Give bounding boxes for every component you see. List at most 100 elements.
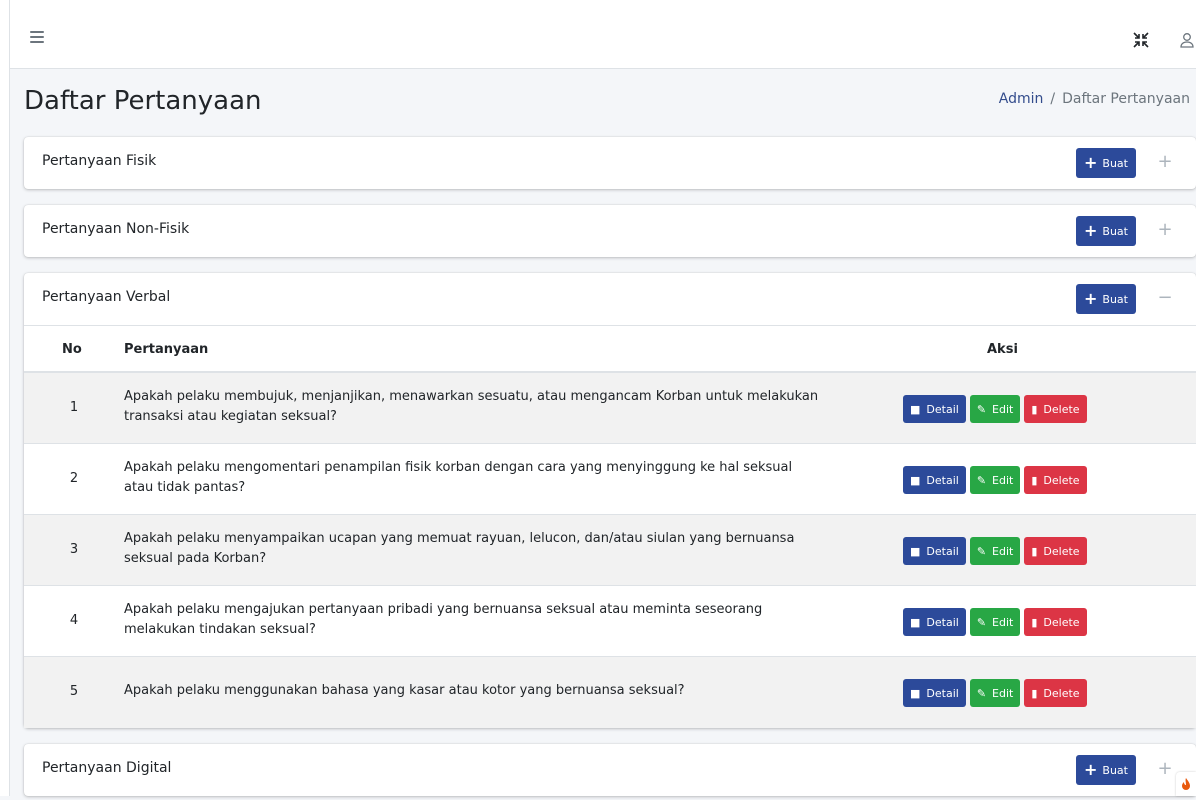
delete-button[interactable]: ▮ Delete [1024,679,1087,707]
question-text: Apakah pelaku mengajukan pertanyaan prib… [124,602,763,637]
column-header-actions: Aksi [987,342,1018,357]
breadcrumb-admin-link[interactable]: Admin [999,91,1044,107]
table-row: 3 Apakah pelaku menyampaikan ucapan yang… [24,515,1196,586]
page-title: Daftar Pertanyaan [24,86,262,116]
card-pertanyaan-non-fisik: Pertanyaan Non-Fisik + Buat + [24,205,1196,257]
plus-icon: + [1084,153,1098,172]
edit-button[interactable]: ✎ Edit [969,608,1021,636]
plus-icon: + [1084,221,1098,240]
card-pertanyaan-digital: Pertanyaan Digital + Buat + [24,744,1196,796]
compress-icon[interactable] [1132,31,1150,49]
delete-button[interactable]: ▮ Delete [1024,395,1087,423]
row-number: 1 [69,400,79,415]
create-digital-button[interactable]: + Buat [1076,755,1136,785]
expand-card-button[interactable]: + [1154,150,1176,174]
detail-button[interactable]: ■ Detail [903,679,966,707]
card-title: Pertanyaan Non-Fisik [42,221,190,237]
question-text: Apakah pelaku membujuk, menjanjikan, men… [124,389,819,424]
row-number: 2 [69,471,79,486]
plus-icon: + [1084,760,1098,779]
pencil-icon: ✎ [976,544,987,558]
detail-button[interactable]: ■ Detail [903,537,966,565]
folder-icon: ■ [910,615,921,629]
top-navbar [10,0,1196,69]
breadcrumb-separator: / [1050,91,1056,107]
delete-label: Delete [1043,686,1080,700]
folder-icon: ■ [910,686,921,700]
folder-icon: ■ [910,402,921,416]
row-actions: ■ Detail ✎ Edit ▮ Delete [903,679,1087,707]
pencil-icon: ✎ [976,686,987,700]
row-actions: ■ Detail ✎ Edit ▮ Delete [903,608,1087,636]
question-text: Apakah pelaku menyampaikan ucapan yang m… [124,531,795,566]
card-title: Pertanyaan Fisik [42,153,157,169]
trash-icon: ▮ [1031,686,1038,700]
edit-button[interactable]: ✎ Edit [969,679,1021,707]
sidebar-edge [0,0,10,796]
create-button-label: Buat [1102,224,1128,238]
trash-icon: ▮ [1031,544,1038,558]
column-header-question: Pertanyaan [124,342,209,357]
trash-icon: ▮ [1031,473,1038,487]
table-header: No Pertanyaan Aksi [24,325,1196,373]
delete-label: Delete [1043,473,1080,487]
card-header: Pertanyaan Non-Fisik + Buat + [24,205,1196,257]
detail-label: Detail [926,402,959,416]
delete-label: Delete [1043,402,1080,416]
table-row: 2 Apakah pelaku mengomentari penampilan … [24,444,1196,515]
table-row: 1 Apakah pelaku membujuk, menjanjikan, m… [24,373,1196,444]
card-pertanyaan-fisik: Pertanyaan Fisik + Buat + [24,137,1196,189]
pencil-icon: ✎ [976,402,987,416]
create-verbal-button[interactable]: + Buat [1076,284,1136,314]
trash-icon: ▮ [1031,402,1038,416]
card-title: Pertanyaan Verbal [42,289,171,305]
detail-label: Detail [926,473,959,487]
question-text: Apakah pelaku mengomentari penampilan fi… [124,460,793,495]
create-button-label: Buat [1102,156,1128,170]
row-actions: ■ Detail ✎ Edit ▮ Delete [903,395,1087,423]
user-icon[interactable] [1178,31,1196,49]
edit-button[interactable]: ✎ Edit [969,537,1021,565]
edit-label: Edit [992,686,1014,700]
edit-label: Edit [992,615,1014,629]
folder-icon: ■ [910,473,921,487]
row-number: 3 [69,542,79,557]
detail-button[interactable]: ■ Detail [903,395,966,423]
edit-label: Edit [992,402,1014,416]
expand-card-button[interactable]: + [1154,757,1176,781]
card-title: Pertanyaan Digital [42,760,172,776]
trash-icon: ▮ [1031,615,1038,629]
create-non-fisik-button[interactable]: + Buat [1076,216,1136,246]
edit-button[interactable]: ✎ Edit [969,466,1021,494]
hamburger-menu-icon[interactable] [30,31,44,43]
detail-button[interactable]: ■ Detail [903,608,966,636]
card-header: Pertanyaan Verbal + Buat − [24,273,1196,325]
expand-card-button[interactable]: + [1154,218,1176,242]
delete-button[interactable]: ▮ Delete [1024,466,1087,494]
question-text: Apakah pelaku menggunakan bahasa yang ka… [124,683,685,698]
breadcrumb: Admin / Daftar Pertanyaan [999,91,1190,107]
card-pertanyaan-verbal: Pertanyaan Verbal + Buat − No Pertanyaan … [24,273,1196,728]
delete-button[interactable]: ▮ Delete [1024,537,1087,565]
table-row: 5 Apakah pelaku menggunakan bahasa yang … [24,657,1196,728]
flame-icon[interactable] [1176,772,1196,796]
column-header-no: No [62,342,82,357]
plus-icon: + [1084,289,1098,308]
detail-button[interactable]: ■ Detail [903,466,966,494]
delete-label: Delete [1043,615,1080,629]
edit-button[interactable]: ✎ Edit [969,395,1021,423]
edit-label: Edit [992,544,1014,558]
table-row: 4 Apakah pelaku mengajukan pertanyaan pr… [24,586,1196,657]
detail-label: Detail [926,615,959,629]
card-header: Pertanyaan Digital + Buat + [24,744,1196,796]
create-fisik-button[interactable]: + Buat [1076,148,1136,178]
create-button-label: Buat [1102,292,1128,306]
detail-label: Detail [926,544,959,558]
delete-button[interactable]: ▮ Delete [1024,608,1087,636]
row-actions: ■ Detail ✎ Edit ▮ Delete [903,466,1087,494]
pencil-icon: ✎ [976,615,987,629]
create-button-label: Buat [1102,763,1128,777]
collapse-card-button[interactable]: − [1154,286,1176,310]
breadcrumb-current: Daftar Pertanyaan [1062,91,1190,107]
delete-label: Delete [1043,544,1080,558]
